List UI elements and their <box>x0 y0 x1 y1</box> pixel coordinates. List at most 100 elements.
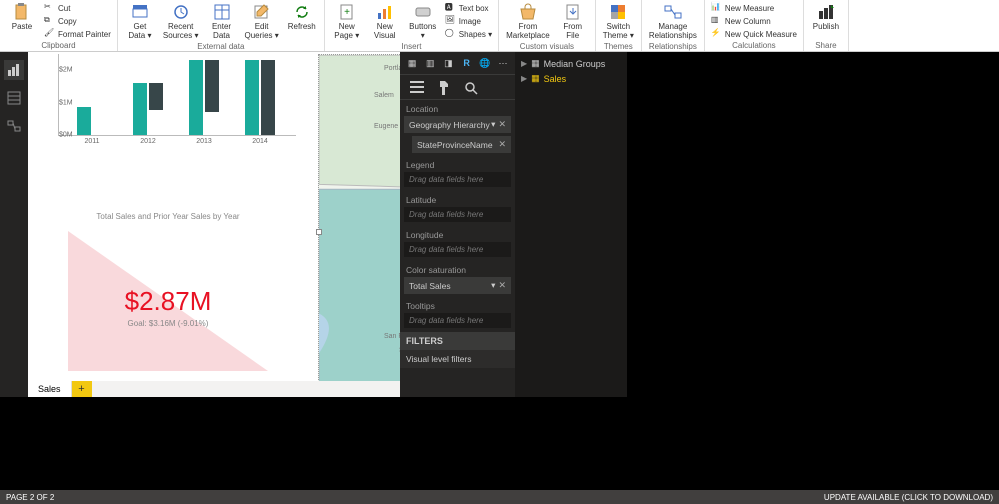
new-column-button[interactable]: ▥New Column <box>709 15 799 27</box>
cut-button[interactable]: ✂Cut <box>42 2 113 14</box>
recent-sources-button[interactable]: Recent Sources ▾ <box>160 2 202 41</box>
empty-space <box>627 52 999 397</box>
textbox-icon: 🅰 <box>445 2 457 14</box>
format-tab-icon[interactable] <box>438 81 450 95</box>
remove-field-icon[interactable]: ✕ <box>498 280 506 291</box>
edit-queries-button[interactable]: Edit Queries ▾ <box>242 2 282 41</box>
kpi-title: Total Sales and Prior Year Sales by Year <box>48 212 288 221</box>
new-quick-measure-button[interactable]: ⚡New Quick Measure <box>709 28 799 40</box>
drop-zone[interactable]: Drag data fields here <box>404 172 511 187</box>
drop-zone[interactable]: Drag data fields here <box>404 242 511 257</box>
bar <box>133 83 147 135</box>
paste-button[interactable]: Paste <box>4 2 40 32</box>
kpi-value: $2.87M <box>68 286 268 317</box>
newvisual-label: New Visual <box>374 22 396 40</box>
chevron-down-icon[interactable]: ▾ <box>491 119 495 130</box>
status-bar: PAGE 2 OF 2 UPDATE AVAILABLE (CLICK TO D… <box>0 490 999 504</box>
chevron-right-icon: ▶ <box>521 74 527 83</box>
page-indicator: PAGE 2 OF 2 <box>6 493 54 502</box>
map-city: Portland <box>384 65 400 72</box>
field-table-median-groups[interactable]: ▶▦Median Groups <box>515 56 627 71</box>
brush-icon: 🖌 <box>44 28 56 40</box>
visual-level-filters[interactable]: Visual level filters <box>400 350 515 368</box>
chevron-right-icon: ▶ <box>521 59 527 68</box>
new-page-button[interactable]: +New Page ▾ <box>329 2 365 41</box>
kpi-goal: Goal: $3.16M (-9.01%) <box>68 319 268 328</box>
fields-pane: ▶▦Median Groups ▶▦Sales <box>515 52 627 397</box>
left-rail <box>0 52 28 397</box>
viz-type-icon[interactable]: 🌐 <box>479 56 491 70</box>
add-page-button[interactable]: + <box>72 381 92 397</box>
map-city: San Jose <box>399 347 400 354</box>
refresh-label: Refresh <box>288 22 316 31</box>
report-canvas[interactable]: $0M $1M $2M 2011201220132014 Total Sales… <box>28 52 400 397</box>
getdata-icon <box>131 3 149 21</box>
custom-group-label: Custom visuals <box>503 41 591 52</box>
rel-group-label: Relationships <box>646 41 700 52</box>
resize-handle[interactable] <box>316 229 322 235</box>
viz-type-icon[interactable]: R <box>461 56 473 70</box>
report-view-button[interactable] <box>4 60 24 80</box>
column-label: New Column <box>725 17 771 26</box>
field-label: Sales <box>544 74 567 84</box>
theme-label: Switch Theme ▾ <box>603 22 634 40</box>
remove-field-icon[interactable]: ✕ <box>498 119 506 130</box>
field-item-state[interactable]: StateProvinceName✕ <box>412 136 511 153</box>
image-button[interactable]: 🖼Image <box>443 15 494 27</box>
external-group-label: External data <box>122 41 320 52</box>
remove-field-icon[interactable]: ✕ <box>498 139 506 150</box>
edit-icon <box>253 3 271 21</box>
well-label-lng: Longitude <box>400 226 515 242</box>
switch-theme-button[interactable]: Switch Theme ▾ <box>600 2 637 41</box>
publish-button[interactable]: Publish <box>808 2 844 32</box>
bar-group <box>133 83 163 135</box>
buttons-label: Buttons ▾ <box>409 22 436 40</box>
model-view-button[interactable] <box>4 116 24 136</box>
calc-group-label: Calculations <box>709 40 799 51</box>
cut-icon: ✂ <box>44 2 56 14</box>
textbox-label: Text box <box>459 4 489 13</box>
field-table-sales[interactable]: ▶▦Sales <box>515 71 627 86</box>
analytics-tab-icon[interactable] <box>464 81 478 95</box>
x-tick: 2014 <box>240 138 280 145</box>
field-item-geography[interactable]: Geography Hierarchy▾✕ <box>404 116 511 133</box>
data-view-button[interactable] <box>4 88 24 108</box>
well-label-lat: Latitude <box>400 191 515 207</box>
from-marketplace-button[interactable]: From Marketplace <box>503 2 553 41</box>
drop-zone[interactable]: Drag data fields here <box>404 207 511 222</box>
map-visual[interactable]: OREGON NEVADA Portland Salem Eugene Bois… <box>318 54 400 397</box>
shapes-button[interactable]: ◯Shapes ▾ <box>443 28 494 40</box>
drop-zone[interactable]: Drag data fields here <box>404 313 511 328</box>
file-icon <box>564 3 582 21</box>
ribbon: Paste ✂Cut ⧉Copy 🖌Format Painter Clipboa… <box>0 0 999 52</box>
map-city: San Francisco <box>384 333 400 340</box>
buttons-button[interactable]: Buttons ▾ <box>405 2 441 41</box>
new-measure-button[interactable]: 📊New Measure <box>709 2 799 14</box>
format-painter-button[interactable]: 🖌Format Painter <box>42 28 113 40</box>
get-data-button[interactable]: Get Data ▾ <box>122 2 158 41</box>
enter-data-button[interactable]: Enter Data <box>204 2 240 41</box>
viz-more-icon[interactable]: ⋯ <box>497 56 509 70</box>
viz-type-icon[interactable]: ▥ <box>424 56 436 70</box>
chevron-down-icon[interactable]: ▾ <box>491 280 495 291</box>
new-visual-button[interactable]: New Visual <box>367 2 403 41</box>
manage-relationships-button[interactable]: Manage Relationships <box>646 2 700 41</box>
textbox-button[interactable]: 🅰Text box <box>443 2 494 14</box>
newvisual-icon <box>376 3 394 21</box>
page-tab-sales[interactable]: Sales <box>28 381 72 397</box>
field-item-total-sales[interactable]: Total Sales▾✕ <box>404 277 511 294</box>
fields-tab-icon[interactable] <box>410 81 424 95</box>
bar-chart-visual[interactable]: $0M $1M $2M 2011201220132014 <box>36 54 296 154</box>
recent-label: Recent Sources ▾ <box>163 22 199 40</box>
refresh-button[interactable]: Refresh <box>284 2 320 32</box>
kpi-visual[interactable]: Total Sales and Prior Year Sales by Year… <box>48 212 288 397</box>
copy-label: Copy <box>58 17 77 26</box>
page-tabs: Sales + <box>28 381 400 397</box>
copy-button[interactable]: ⧉Copy <box>42 15 113 27</box>
viz-type-icon[interactable]: ▦ <box>406 56 418 70</box>
update-available-link[interactable]: UPDATE AVAILABLE (CLICK TO DOWNLOAD) <box>824 493 993 502</box>
file-label: From File <box>563 22 582 40</box>
from-file-button[interactable]: From File <box>555 2 591 41</box>
enter-icon <box>213 3 231 21</box>
viz-type-icon[interactable]: ◨ <box>442 56 454 70</box>
